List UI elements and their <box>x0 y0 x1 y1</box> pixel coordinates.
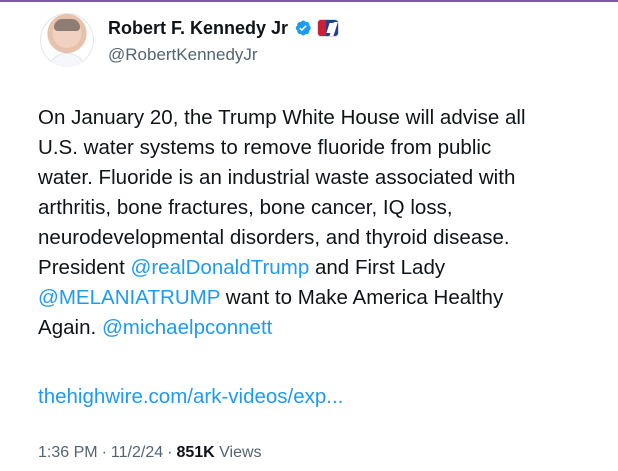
views-label: Views <box>219 444 262 461</box>
tweet-text-segment: water. Fluoride is an industrial waste a… <box>38 166 516 189</box>
tweet-text-segment: U.S. water systems to remove fluoride fr… <box>38 136 492 159</box>
tweet-text-line: U.S. water systems to remove fluoride fr… <box>38 133 598 163</box>
metadata-separator-1: · <box>101 444 107 461</box>
tweet-text-line: @MELANIATRUMP want to Make America Healt… <box>38 283 598 313</box>
campaign-badge-icon <box>318 20 339 36</box>
tweet-text-line: On January 20, the Trump White House wil… <box>38 103 598 133</box>
mention-link[interactable]: @MELANIATRUMP <box>38 286 220 309</box>
external-link[interactable]: thehighwire.com/ark-videos/exp... <box>38 382 343 412</box>
metadata-separator-2: · <box>167 444 173 461</box>
tweet-text-segment: and First Lady <box>309 256 446 279</box>
tweet-text-line: neurodevelopmental disorders, and thyroi… <box>38 223 598 253</box>
tweet-card: Robert F. Kennedy Jr @RobertKennedyJr On… <box>0 0 618 471</box>
tweet-text-segment: Again. <box>38 316 102 339</box>
avatar[interactable] <box>40 13 94 67</box>
tweet-metadata: 1:36 PM · 11/2/24 · 851K Views <box>38 443 262 463</box>
mention-link[interactable]: @michaelpconnett <box>102 316 272 339</box>
avatar-hair <box>54 19 80 31</box>
tweet-text-segment: President <box>38 256 131 279</box>
display-name[interactable]: Robert F. Kennedy Jr <box>108 19 288 37</box>
tweet-time[interactable]: 1:36 PM <box>38 444 98 461</box>
display-name-row: Robert F. Kennedy Jr <box>108 16 339 40</box>
avatar-shirt <box>48 53 86 67</box>
tweet-text-segment: arthritis, bone fractures, bone cancer, … <box>38 196 453 219</box>
tweet-text: On January 20, the Trump White House wil… <box>38 103 598 343</box>
tweet-text-segment: On January 20, the Trump White House wil… <box>38 106 526 129</box>
mention-link[interactable]: @realDonaldTrump <box>131 256 310 279</box>
tweet-text-segment: want to Make America Healthy <box>220 286 504 309</box>
user-handle[interactable]: @RobertKennedyJr <box>108 45 258 65</box>
tweet-text-line: President @realDonaldTrump and First Lad… <box>38 253 598 283</box>
tweet-text-line: water. Fluoride is an industrial waste a… <box>38 163 598 193</box>
verified-badge-icon <box>294 19 312 37</box>
tweet-text-line: arthritis, bone fractures, bone cancer, … <box>38 193 598 223</box>
tweet-text-segment: neurodevelopmental disorders, and thyroi… <box>38 226 510 249</box>
views-count: 851K <box>176 444 215 461</box>
tweet-text-line: Again. @michaelpconnett <box>38 313 598 343</box>
tweet-date[interactable]: 11/2/24 <box>111 444 163 461</box>
